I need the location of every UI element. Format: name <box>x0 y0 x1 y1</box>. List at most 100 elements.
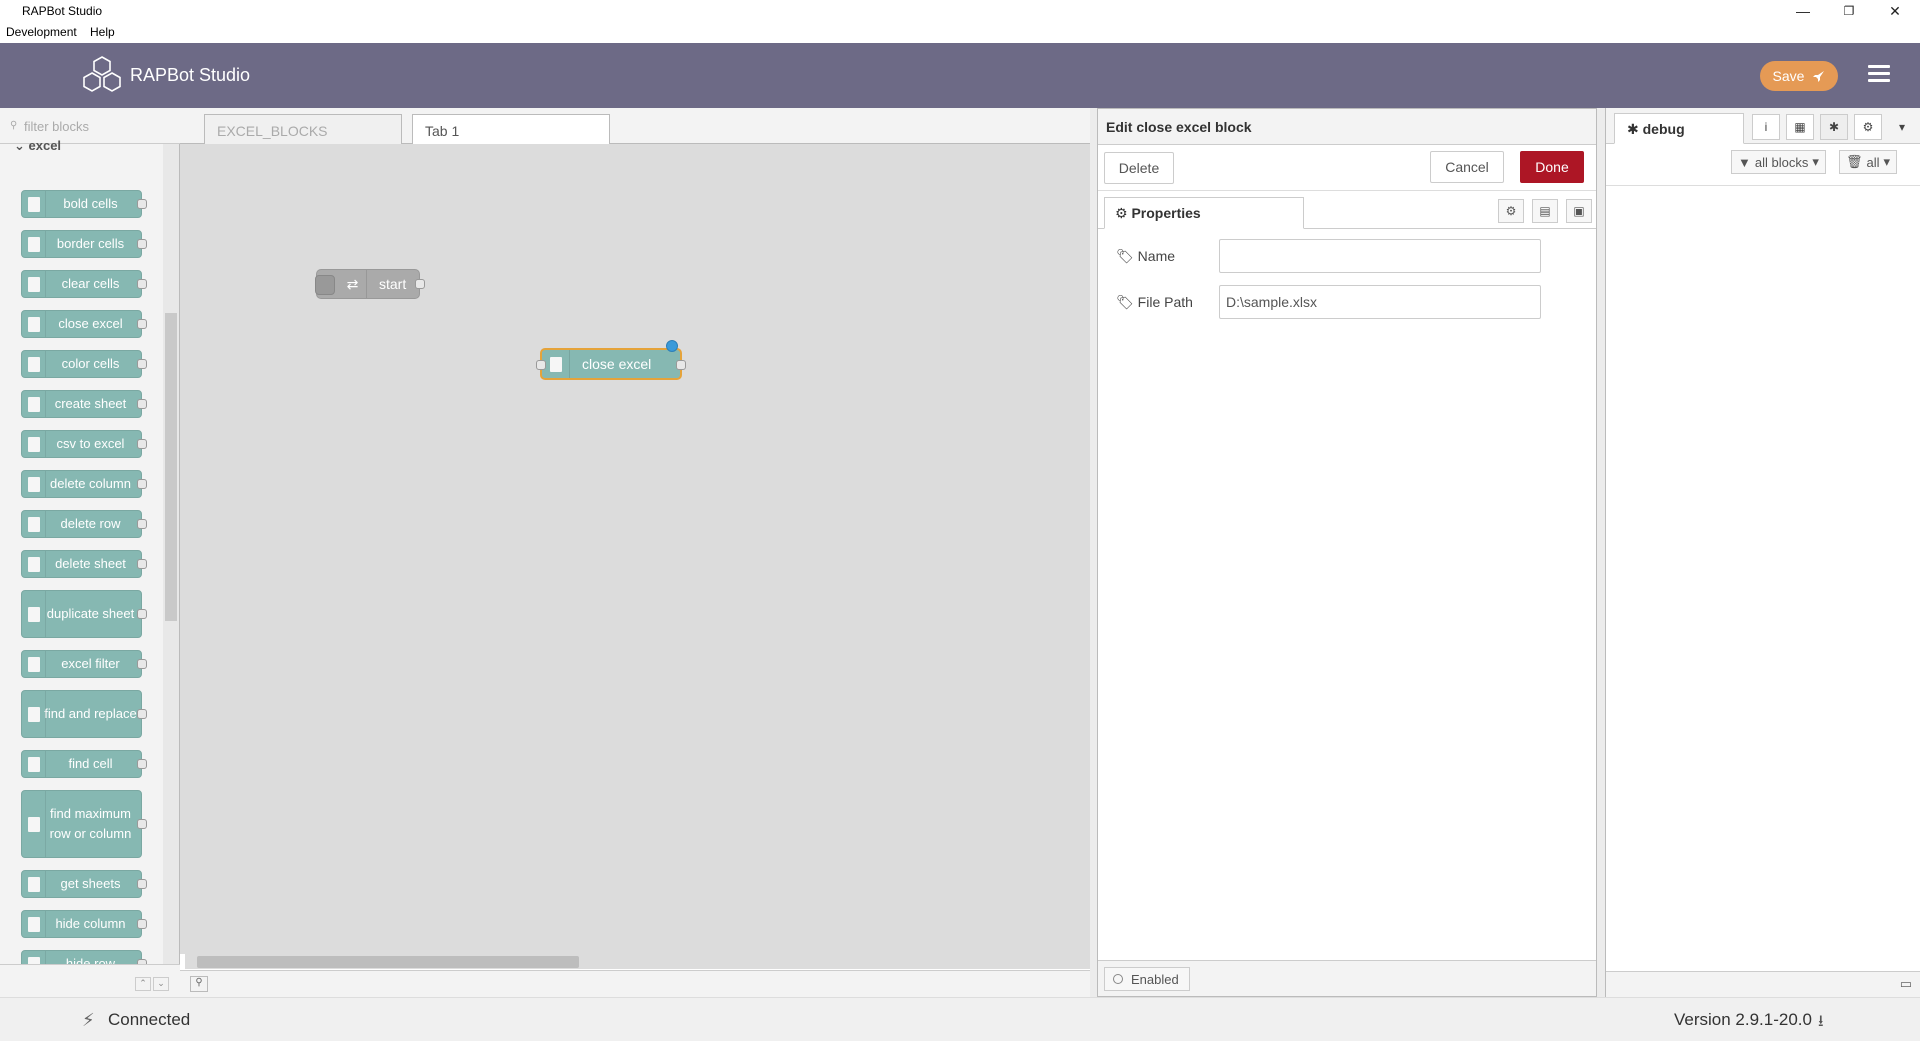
caret-down-icon: ▾ <box>1883 154 1891 169</box>
node-close-excel[interactable]: close excel <box>536 340 686 380</box>
menu-help[interactable]: Help <box>90 25 115 39</box>
file-path-input[interactable] <box>1219 285 1541 319</box>
palette-block-delete-column[interactable]: delete column <box>21 470 147 498</box>
delete-button[interactable]: Delete <box>1104 152 1174 184</box>
tab-debug[interactable]: ✱ debug <box>1614 113 1744 144</box>
palette-block-csv-to-excel[interactable]: csv to excel <box>21 430 147 458</box>
filter-icon: ▼ <box>1738 154 1751 170</box>
editor-footer: Enabled <box>1098 960 1596 996</box>
workspace-footer: ⚲ <box>180 970 1090 997</box>
appearance-icon[interactable]: ▣ <box>1566 199 1592 223</box>
editor-tabs: ⚙ Properties ⚙ ▤ ▣ <box>1098 191 1596 229</box>
name-input[interactable] <box>1219 239 1541 273</box>
output-port <box>137 319 147 329</box>
editor-splitter[interactable] <box>1090 108 1097 997</box>
editor-toolbar: Delete Cancel Done <box>1098 145 1596 191</box>
node-start[interactable]: ⇄ start <box>315 269 425 299</box>
save-button[interactable]: Save <box>1760 61 1838 91</box>
editor-title: Edit close excel block <box>1098 109 1596 145</box>
block-palette: ⚲ filter blocks ⌄ excel bold cells borde… <box>0 108 180 997</box>
flow-canvas[interactable]: ⇄ start close excel <box>180 144 1090 954</box>
palette-block-find-cell[interactable]: find cell <box>21 750 147 778</box>
palette-block-close-excel[interactable]: close excel <box>21 310 147 338</box>
palette-block-find-maximum-row-or-column[interactable]: find maximum row or column <box>21 790 147 858</box>
enabled-toggle[interactable]: Enabled <box>1104 967 1190 991</box>
done-button[interactable]: Done <box>1520 151 1584 183</box>
restore-button[interactable]: ❐ <box>1826 0 1872 22</box>
palette-block-clear-cells[interactable]: clear cells <box>21 270 147 298</box>
file-path-label: 🏷 File Path <box>1116 294 1193 310</box>
file-icon <box>22 191 46 217</box>
palette-block-create-sheet[interactable]: create sheet <box>21 390 147 418</box>
palette-block-excel-filter[interactable]: excel filter <box>21 650 147 678</box>
info-icon[interactable]: i <box>1752 114 1780 140</box>
palette-block-hide-row[interactable]: hide row <box>21 950 147 964</box>
download-icon[interactable]: ⭳ <box>1818 1010 1824 1037</box>
caret-down-icon: ▾ <box>1812 154 1819 169</box>
logo-icon <box>83 56 121 92</box>
file-icon <box>22 551 46 577</box>
bug-icon: ✱ <box>1627 121 1643 137</box>
output-port <box>137 439 147 449</box>
cancel-button[interactable]: Cancel <box>1430 151 1504 183</box>
palette-block-bold-cells[interactable]: bold cells <box>21 190 147 218</box>
output-port <box>137 879 147 889</box>
debug-bug-icon[interactable]: ✱ <box>1820 114 1848 140</box>
sidebar-dropdown-icon[interactable]: ▾ <box>1888 114 1916 140</box>
sidebar-splitter[interactable] <box>1597 108 1605 997</box>
file-icon <box>22 231 46 257</box>
input-port[interactable] <box>536 360 546 370</box>
debug-toolbar: ▼ all blocks ▾ 🗑 all ▾ <box>1606 144 1920 186</box>
palette-block-color-cells[interactable]: color cells <box>21 350 147 378</box>
expand-all-icon[interactable]: ⌄ <box>153 977 169 991</box>
settings-gear-icon[interactable]: ⚙ <box>1498 199 1524 223</box>
palette-block-duplicate-sheet[interactable]: duplicate sheet <box>21 590 147 638</box>
menu-development[interactable]: Development <box>6 25 77 39</box>
file-icon <box>22 511 46 537</box>
monitor-icon[interactable]: ▭ <box>1900 976 1912 992</box>
palette-block-get-sheets[interactable]: get sheets <box>21 870 147 898</box>
canvas-scrollbar-thumb[interactable] <box>197 956 579 968</box>
search-flows-icon[interactable]: ⚲ <box>190 976 208 992</box>
output-port[interactable] <box>415 279 425 289</box>
tab-properties[interactable]: ⚙ Properties <box>1104 197 1304 229</box>
output-port <box>137 239 147 249</box>
output-port <box>137 279 147 289</box>
debug-filter-select[interactable]: ▼ all blocks ▾ <box>1731 150 1826 174</box>
name-label: 🏷 Name <box>1116 248 1176 264</box>
file-icon <box>542 350 570 378</box>
output-port <box>137 359 147 369</box>
close-window-button[interactable]: ✕ <box>1872 0 1918 22</box>
collapse-all-icon[interactable]: ⌃ <box>135 977 151 991</box>
file-icon <box>22 911 46 937</box>
tag-icon: 🏷 <box>1116 294 1138 310</box>
sidebar: ✱ debug i ▦ ✱ ⚙ ▾ ▼ all blocks ▾ 🗑 all ▾ ▭ <box>1605 108 1920 997</box>
minimize-button[interactable]: — <box>1780 0 1826 22</box>
tab-excel-blocks[interactable]: EXCEL_BLOCKS <box>204 114 402 144</box>
palette-block-border-cells[interactable]: border cells <box>21 230 147 258</box>
file-icon <box>22 271 46 297</box>
palette-block-delete-row[interactable]: delete row <box>21 510 147 538</box>
description-icon[interactable]: ▤ <box>1532 199 1558 223</box>
tab-tab-1[interactable]: Tab 1 <box>412 114 610 144</box>
config-gear-icon[interactable]: ⚙ <box>1854 114 1882 140</box>
gear-icon: ⚙ <box>1115 205 1132 221</box>
palette-block-delete-sheet[interactable]: delete sheet <box>21 550 147 578</box>
palette-scrollbar-thumb[interactable] <box>165 313 177 621</box>
palette-block-hide-column[interactable]: hide column <box>21 910 147 938</box>
rocket-icon <box>1813 70 1825 82</box>
output-port[interactable] <box>676 360 686 370</box>
filter-placeholder: filter blocks <box>24 119 90 134</box>
file-icon <box>22 651 46 677</box>
file-icon <box>22 591 46 637</box>
inject-button[interactable] <box>315 275 335 295</box>
output-port <box>137 399 147 409</box>
debug-clear-select[interactable]: 🗑 all ▾ <box>1839 150 1898 174</box>
book-icon[interactable]: ▦ <box>1786 114 1814 140</box>
edit-block-tray: Edit close excel block Delete Cancel Don… <box>1097 108 1597 997</box>
palette-block-list: bold cells border cells clear cells clos… <box>0 144 165 964</box>
output-port <box>137 519 147 529</box>
main-menu-button[interactable] <box>1868 65 1890 85</box>
palette-block-find-and-replace[interactable]: find and replace <box>21 690 147 738</box>
file-icon <box>22 431 46 457</box>
